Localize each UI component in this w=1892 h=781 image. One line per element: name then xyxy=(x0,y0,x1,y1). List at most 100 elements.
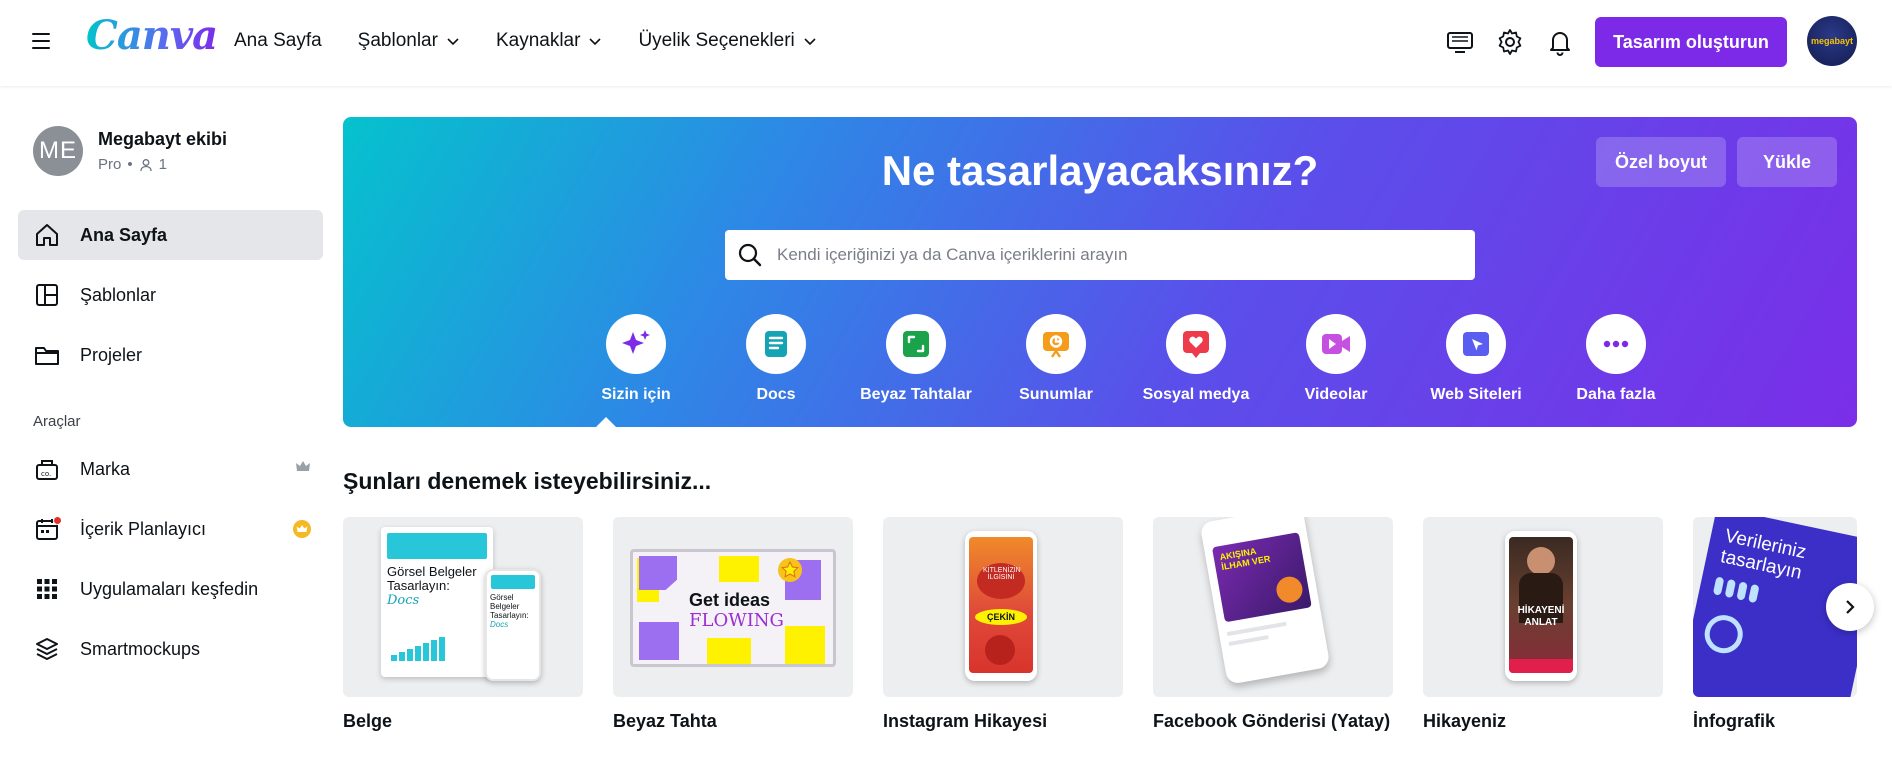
category-more[interactable]: Daha fazla xyxy=(1551,314,1681,404)
sidebar-item-label: Marka xyxy=(80,458,131,479)
thumb-text: HİKAYENİ ANLAT xyxy=(1517,605,1565,628)
star-sticker-icon xyxy=(778,558,802,582)
nav-resources[interactable]: Kaynaklar xyxy=(496,30,603,52)
suggestion-card-doc[interactable]: Görsel Belgeler Tasarlayın: Docs Görsel … xyxy=(343,517,583,732)
create-design-button[interactable]: Tasarım oluşturun xyxy=(1595,17,1787,67)
monitor-icon[interactable] xyxy=(1445,27,1475,57)
nav-membership-label: Üyelik Seçenekleri xyxy=(638,30,795,51)
category-label: Videolar xyxy=(1304,386,1368,403)
suggestion-card-whiteboard[interactable]: Get ideas FLOWING Beyaz Tahta xyxy=(613,517,853,732)
chevron-down-icon xyxy=(589,38,602,46)
sidebar-item-templates[interactable]: Şablonlar xyxy=(18,270,323,320)
sidebar-item-discover-apps[interactable]: Uygulamaları keşfedin xyxy=(18,564,323,614)
thumb-text: Get ideas xyxy=(689,590,771,610)
category-whiteboards[interactable]: Beyaz Tahtalar xyxy=(851,314,981,404)
category-label: Daha fazla xyxy=(1576,386,1656,403)
card-label: Hikayeniz xyxy=(1423,711,1507,731)
thumb-text-accent: Docs xyxy=(387,593,420,608)
thumb-text: Görsel Belgeler Tasarlayın: xyxy=(387,564,477,593)
gear-icon[interactable] xyxy=(1495,27,1525,57)
sidebar: ME Megabayt ekibi Pro • 1 Ana Sayfa Şabl… xyxy=(0,86,340,781)
folder-icon xyxy=(35,347,59,365)
card-thumbnail: AKIŞINA İLHAM VER xyxy=(1153,517,1393,697)
nav-membership[interactable]: Üyelik Seçenekleri xyxy=(638,30,816,52)
canva-logo[interactable]: Canva xyxy=(86,12,218,59)
category-label: Beyaz Tahtalar xyxy=(860,386,972,403)
category-websites[interactable]: Web Siteleri xyxy=(1411,314,1541,404)
whiteboard-icon xyxy=(903,331,929,357)
category-docs[interactable]: Docs xyxy=(711,314,841,404)
pro-badge-icon xyxy=(293,520,311,538)
card-thumbnail: HİKAYENİ ANLAT xyxy=(1423,517,1663,697)
category-for-you[interactable]: Sizin için xyxy=(571,314,701,404)
crown-icon xyxy=(296,461,310,471)
hamburger-menu-icon[interactable] xyxy=(32,33,50,49)
home-icon xyxy=(36,224,58,246)
card-thumbnail: Görsel Belgeler Tasarlayın: Docs Görsel … xyxy=(343,517,583,697)
nav-home-label: Ana Sayfa xyxy=(234,30,322,51)
suggestion-card-instagram-story[interactable]: KİTLENİZİN İLGİSİNİ ÇEKİN Instagram Hika… xyxy=(883,517,1123,732)
main-nav: Ana Sayfa Şablonlar Kaynaklar Üyelik Seç… xyxy=(234,30,853,52)
suggestion-card-facebook-post[interactable]: AKIŞINA İLHAM VER Facebook Gönderisi (Ya… xyxy=(1153,517,1393,732)
suggestion-card-your-story[interactable]: HİKAYENİ ANLAT Hikayeniz xyxy=(1423,517,1663,732)
sidebar-item-content-planner[interactable]: İçerik Planlayıcı xyxy=(18,504,323,554)
top-bar: Canva Ana Sayfa Şablonlar Kaynaklar Üyel… xyxy=(0,0,1892,86)
nav-resources-label: Kaynaklar xyxy=(495,30,581,51)
sidebar-item-brand[interactable]: co. Marka xyxy=(18,444,323,494)
category-label: Sunumlar xyxy=(1019,386,1093,403)
thumb-text: ÇEKİN xyxy=(975,609,1027,625)
sidebar-item-label: İçerik Planlayıcı xyxy=(80,518,207,539)
user-avatar[interactable]: megabayt xyxy=(1807,16,1857,66)
calendar-icon xyxy=(34,516,62,542)
card-thumbnail: Get ideas FLOWING xyxy=(613,517,853,697)
suggestion-card-infographic[interactable]: Verileriniz tasarlayın İnfografik xyxy=(1693,517,1857,732)
more-icon xyxy=(1603,340,1629,348)
svg-text:co.: co. xyxy=(41,470,51,478)
tools-section-label: Araçlar xyxy=(33,413,81,430)
category-label: Web Siteleri xyxy=(1430,386,1522,403)
team-name: Megabayt ekibi xyxy=(98,129,228,149)
team-member-count: 1 xyxy=(158,156,167,173)
sidebar-item-label: Smartmockups xyxy=(80,638,201,659)
card-label: Facebook Gönderisi (Yatay) xyxy=(1153,711,1391,731)
card-label: Belge xyxy=(343,711,393,731)
card-label: Instagram Hikayesi xyxy=(883,711,1048,731)
card-label: Beyaz Tahta xyxy=(613,711,717,731)
hero-search xyxy=(725,230,1475,280)
sparkles-icon xyxy=(622,330,650,354)
docs-icon xyxy=(765,331,787,357)
team-avatar: ME xyxy=(33,126,83,176)
category-label: Sosyal medya xyxy=(1142,386,1250,403)
bell-icon[interactable] xyxy=(1545,27,1575,57)
nav-templates[interactable]: Şablonlar xyxy=(358,30,460,52)
hero-banner: Ne tasarlayacaksınız? Özel boyut Yükle S… xyxy=(343,117,1857,427)
sidebar-item-label: Şablonlar xyxy=(80,284,157,305)
apps-grid-icon xyxy=(37,579,57,599)
category-presentations[interactable]: Sunumlar xyxy=(991,314,1121,404)
brand-kit-icon: co. xyxy=(36,460,58,480)
search-icon xyxy=(738,243,762,267)
category-videos[interactable]: Videolar xyxy=(1271,314,1401,404)
team-plan: Pro xyxy=(98,156,122,173)
presentation-icon xyxy=(1043,332,1069,358)
card-label: İnfografik xyxy=(1693,711,1776,731)
sidebar-item-projects[interactable]: Projeler xyxy=(18,330,323,380)
upload-button[interactable]: Yükle xyxy=(1737,137,1837,187)
sidebar-item-home[interactable]: Ana Sayfa xyxy=(18,210,323,260)
chevron-down-icon xyxy=(447,38,459,46)
person-icon xyxy=(139,158,152,171)
layers-icon xyxy=(36,638,58,660)
team-switcher[interactable]: ME Megabayt ekibi Pro • 1 xyxy=(33,126,227,176)
category-social-media[interactable]: Sosyal medya xyxy=(1131,314,1261,404)
carousel-next-button[interactable] xyxy=(1826,583,1874,631)
suggestions-title: Şunları denemek isteyebilirsiniz... xyxy=(343,468,712,494)
selected-category-pointer xyxy=(596,417,616,427)
sidebar-item-smartmockups[interactable]: Smartmockups xyxy=(18,624,323,674)
sidebar-item-label: Uygulamaları keşfedin xyxy=(80,578,259,599)
nav-templates-label: Şablonlar xyxy=(357,30,438,51)
search-input[interactable] xyxy=(777,245,1437,265)
nav-home[interactable]: Ana Sayfa xyxy=(234,30,322,52)
category-label: Sizin için xyxy=(601,386,671,403)
sidebar-item-label: Ana Sayfa xyxy=(80,224,168,245)
custom-size-button[interactable]: Özel boyut xyxy=(1596,137,1726,187)
